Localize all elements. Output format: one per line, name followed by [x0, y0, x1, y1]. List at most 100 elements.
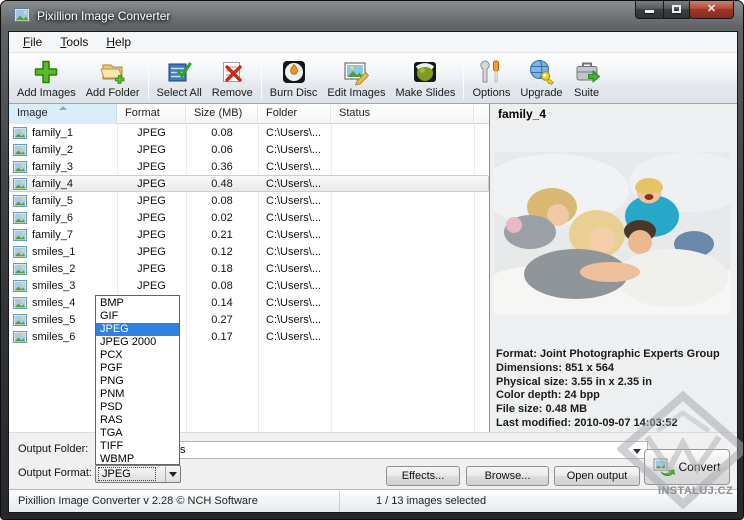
table-row[interactable]: smiles_5 JPEG 0.27 C:\Users\... [9, 311, 489, 328]
image-name-cell: family_7 [9, 229, 117, 241]
format-cell: JPEG [117, 246, 186, 258]
convert-button[interactable]: Convert [644, 449, 730, 485]
table-row[interactable]: smiles_1 JPEG 0.12 C:\Users\... [9, 243, 489, 260]
info-line: Dimensions: 851 x 564 [496, 362, 720, 376]
image-name: smiles_6 [32, 331, 75, 343]
table-row[interactable]: family_1 JPEG 0.08 C:\Users\... [9, 124, 489, 141]
open-output-button[interactable]: Open output [554, 466, 640, 486]
size-cell: 0.08 [186, 195, 258, 207]
format-cell: JPEG [117, 127, 186, 139]
column-header-status[interactable]: Status [331, 104, 474, 124]
toolbar-suite[interactable]: Suite [568, 57, 606, 100]
column-header-format[interactable]: Format [117, 104, 186, 124]
toolbar-remove[interactable]: Remove [207, 57, 258, 100]
size-cell: 0.18 [186, 263, 258, 275]
combo-dropdown-button[interactable] [165, 466, 180, 482]
format-cell: JPEG [117, 195, 186, 207]
format-option[interactable]: PGF [96, 362, 179, 375]
size-cell: 0.14 [186, 297, 258, 309]
info-line: Physical size: 3.55 in x 2.35 in [496, 376, 720, 390]
image-name: family_1 [32, 127, 73, 139]
menu-item[interactable]: Tools [51, 33, 97, 51]
close-button[interactable]: ✕ [689, 1, 734, 19]
toolbar-add-folder[interactable]: Add Folder [81, 57, 145, 100]
format-cell: JPEG [117, 178, 186, 190]
toolbar-label: Edit Images [327, 87, 385, 99]
format-option[interactable]: GIF [96, 310, 179, 323]
edit-images-icon [342, 58, 370, 86]
chevron-down-icon[interactable] [633, 449, 641, 454]
image-name: family_2 [32, 144, 73, 156]
toolbar-burn-disc[interactable]: Burn Disc [265, 57, 323, 100]
format-option[interactable]: RAS [96, 414, 179, 427]
toolbar-separator [261, 57, 262, 99]
toolbar: Add Images Add Folder Select All Remove … [9, 53, 737, 104]
size-cell: 0.21 [186, 229, 258, 241]
suite-icon [573, 58, 601, 86]
folder-cell: C:\Users\... [258, 195, 331, 207]
format-option[interactable]: PNM [96, 388, 179, 401]
table-row[interactable]: smiles_6 JPEG 0.17 C:\Users\... [9, 328, 489, 345]
toolbar-select-all[interactable]: Select All [152, 57, 207, 100]
column-header-folder[interactable]: Folder [258, 104, 331, 124]
menu-item-label: Help [106, 35, 131, 49]
image-info: Format: Joint Photographic Experts Group… [496, 348, 720, 431]
output-format-combo[interactable]: JPEG [95, 465, 181, 483]
format-cell: JPEG [117, 280, 186, 292]
table-row[interactable]: family_2 JPEG 0.06 C:\Users\... [9, 141, 489, 158]
table-row[interactable]: family_5 JPEG 0.08 C:\Users\... [9, 192, 489, 209]
table-row[interactable]: smiles_2 JPEG 0.18 C:\Users\... [9, 260, 489, 277]
format-option[interactable]: PCX [96, 349, 179, 362]
info-line: Color depth: 24 bpp [496, 389, 720, 403]
column-header-size[interactable]: Size (MB) [186, 104, 258, 124]
format-option[interactable]: WBMP [96, 453, 179, 466]
menu-item[interactable]: Help [97, 33, 140, 51]
image-thumbnail-icon [13, 246, 27, 258]
column-label: Format [125, 107, 160, 119]
column-header-image[interactable]: Image [9, 104, 117, 124]
toolbar-options[interactable]: Options [467, 57, 515, 100]
effects-button[interactable]: Effects... [386, 466, 460, 486]
toolbar-make-slides[interactable]: Make Slides [391, 57, 461, 100]
format-option[interactable]: TGA [96, 427, 179, 440]
convert-icon [653, 458, 675, 476]
table-row[interactable]: family_6 JPEG 0.02 C:\Users\... [9, 209, 489, 226]
menu-bar: File Tools Help [9, 32, 737, 53]
image-thumbnail-icon [13, 195, 27, 207]
toolbar-edit-images[interactable]: Edit Images [322, 57, 390, 100]
sort-asc-icon [59, 106, 67, 110]
menu-item-label: File [23, 35, 42, 49]
table-row[interactable]: family_3 JPEG 0.36 C:\Users\... [9, 158, 489, 175]
table-row[interactable]: family_7 JPEG 0.21 C:\Users\... [9, 226, 489, 243]
browse-button[interactable]: Browse... [466, 466, 549, 486]
minimize-icon [645, 10, 654, 13]
menu-item[interactable]: File [14, 33, 51, 51]
table-row[interactable]: smiles_3 JPEG 0.08 C:\Users\... [9, 277, 489, 294]
image-thumbnail-icon [13, 314, 27, 326]
format-option[interactable]: JPEG 2000 [96, 336, 179, 349]
toolbar-label: Add Folder [86, 87, 140, 99]
table-row[interactable]: family_4 JPEG 0.48 C:\Users\... [9, 175, 489, 192]
app-icon [14, 8, 30, 22]
toolbar-label: Options [472, 87, 510, 99]
burn-disc-icon [280, 58, 308, 86]
format-option[interactable]: BMP [96, 297, 179, 310]
table-row[interactable]: smiles_4 JPEG 0.14 C:\Users\... [9, 294, 489, 311]
toolbar-add-images[interactable]: Add Images [12, 57, 81, 100]
maximize-button[interactable] [663, 1, 690, 19]
title-bar[interactable]: Pixillion Image Converter ✕ [1, 1, 743, 31]
column-label: Size (MB) [194, 107, 242, 119]
toolbar-label: Remove [212, 87, 253, 99]
toolbar-label: Suite [574, 87, 599, 99]
format-option[interactable]: PSD [96, 401, 179, 414]
format-option[interactable]: TIFF [96, 440, 179, 453]
image-thumbnail-icon [13, 229, 27, 241]
size-cell: 0.08 [186, 280, 258, 292]
minimize-button[interactable] [635, 1, 664, 19]
format-option[interactable]: PNG [96, 375, 179, 388]
image-name: family_3 [32, 161, 73, 173]
format-option[interactable]: JPEG [96, 323, 179, 336]
image-name: smiles_5 [32, 314, 75, 326]
toolbar-upgrade[interactable]: Upgrade [515, 57, 567, 100]
table-header: Image Format Size (MB) Folder Status [9, 104, 489, 124]
